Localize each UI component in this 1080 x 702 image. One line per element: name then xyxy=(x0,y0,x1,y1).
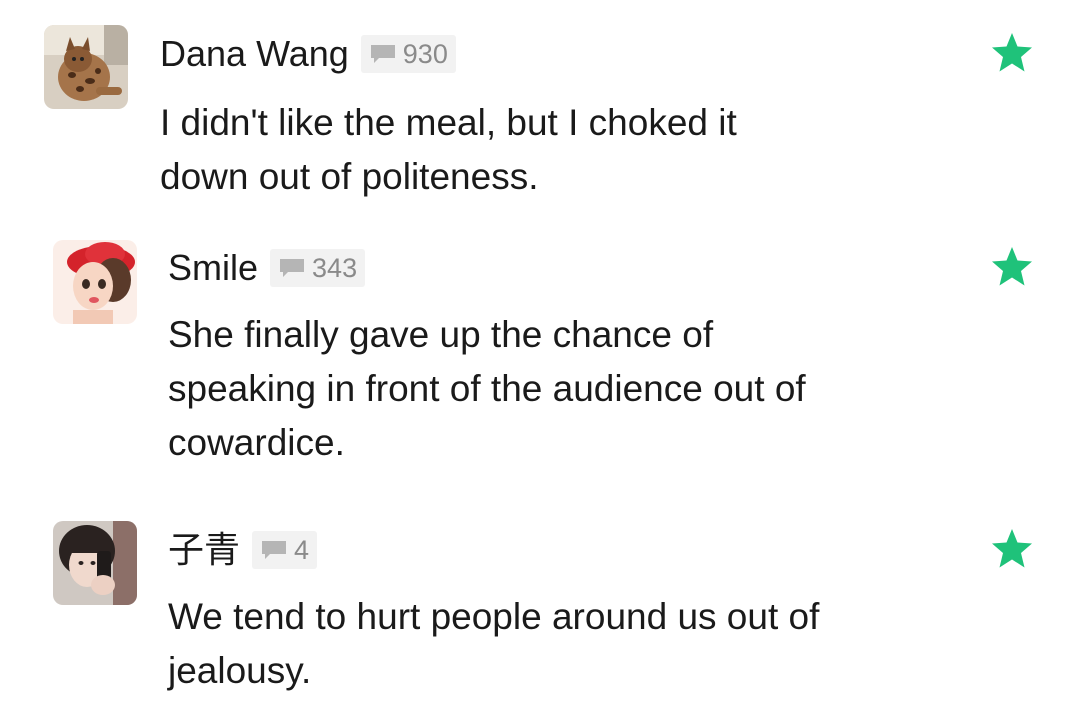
comment-bubble-icon xyxy=(280,259,305,277)
star-icon[interactable] xyxy=(990,245,1034,289)
comment-count-badge[interactable]: 930 xyxy=(360,35,456,73)
star-icon[interactable] xyxy=(990,31,1034,75)
comment-text-line: down out of politeness. xyxy=(160,156,539,197)
star-icon[interactable] xyxy=(990,527,1034,571)
username[interactable]: Smile xyxy=(168,246,258,290)
cat-avatar-icon xyxy=(44,25,128,109)
comment-text-line: cowardice. xyxy=(168,422,345,463)
comment-text: I didn't like the meal, but I choked it … xyxy=(160,96,737,204)
comment-text-line: speaking in front of the audience out of xyxy=(168,368,806,409)
comment-text: She finally gave up the chance of speaki… xyxy=(168,308,806,470)
selfie-photo-avatar-icon xyxy=(53,521,137,605)
username[interactable]: Dana Wang xyxy=(160,32,349,76)
comment-count: 343 xyxy=(312,253,358,283)
comment-text-line: jealousy. xyxy=(168,650,312,691)
comment-bubble-icon xyxy=(262,541,287,559)
comment-text-line: She finally gave up the chance of xyxy=(168,314,714,355)
username[interactable]: 子青 xyxy=(168,528,240,572)
comment-count-badge[interactable]: 343 xyxy=(270,249,366,287)
comment-bubble-icon xyxy=(370,45,395,63)
avatar[interactable] xyxy=(44,25,128,109)
cartoon-girl-avatar-icon xyxy=(53,240,137,324)
avatar[interactable] xyxy=(53,521,137,605)
comment-count: 4 xyxy=(294,535,310,565)
comment-count: 930 xyxy=(402,39,448,69)
comment-count-badge[interactable]: 4 xyxy=(252,531,318,569)
comment-text: We tend to hurt people around us out of … xyxy=(168,590,819,698)
comment-text-line: I didn't like the meal, but I choked it xyxy=(160,102,737,143)
avatar[interactable] xyxy=(53,240,137,324)
comment-text-line: We tend to hurt people around us out of xyxy=(168,596,820,637)
